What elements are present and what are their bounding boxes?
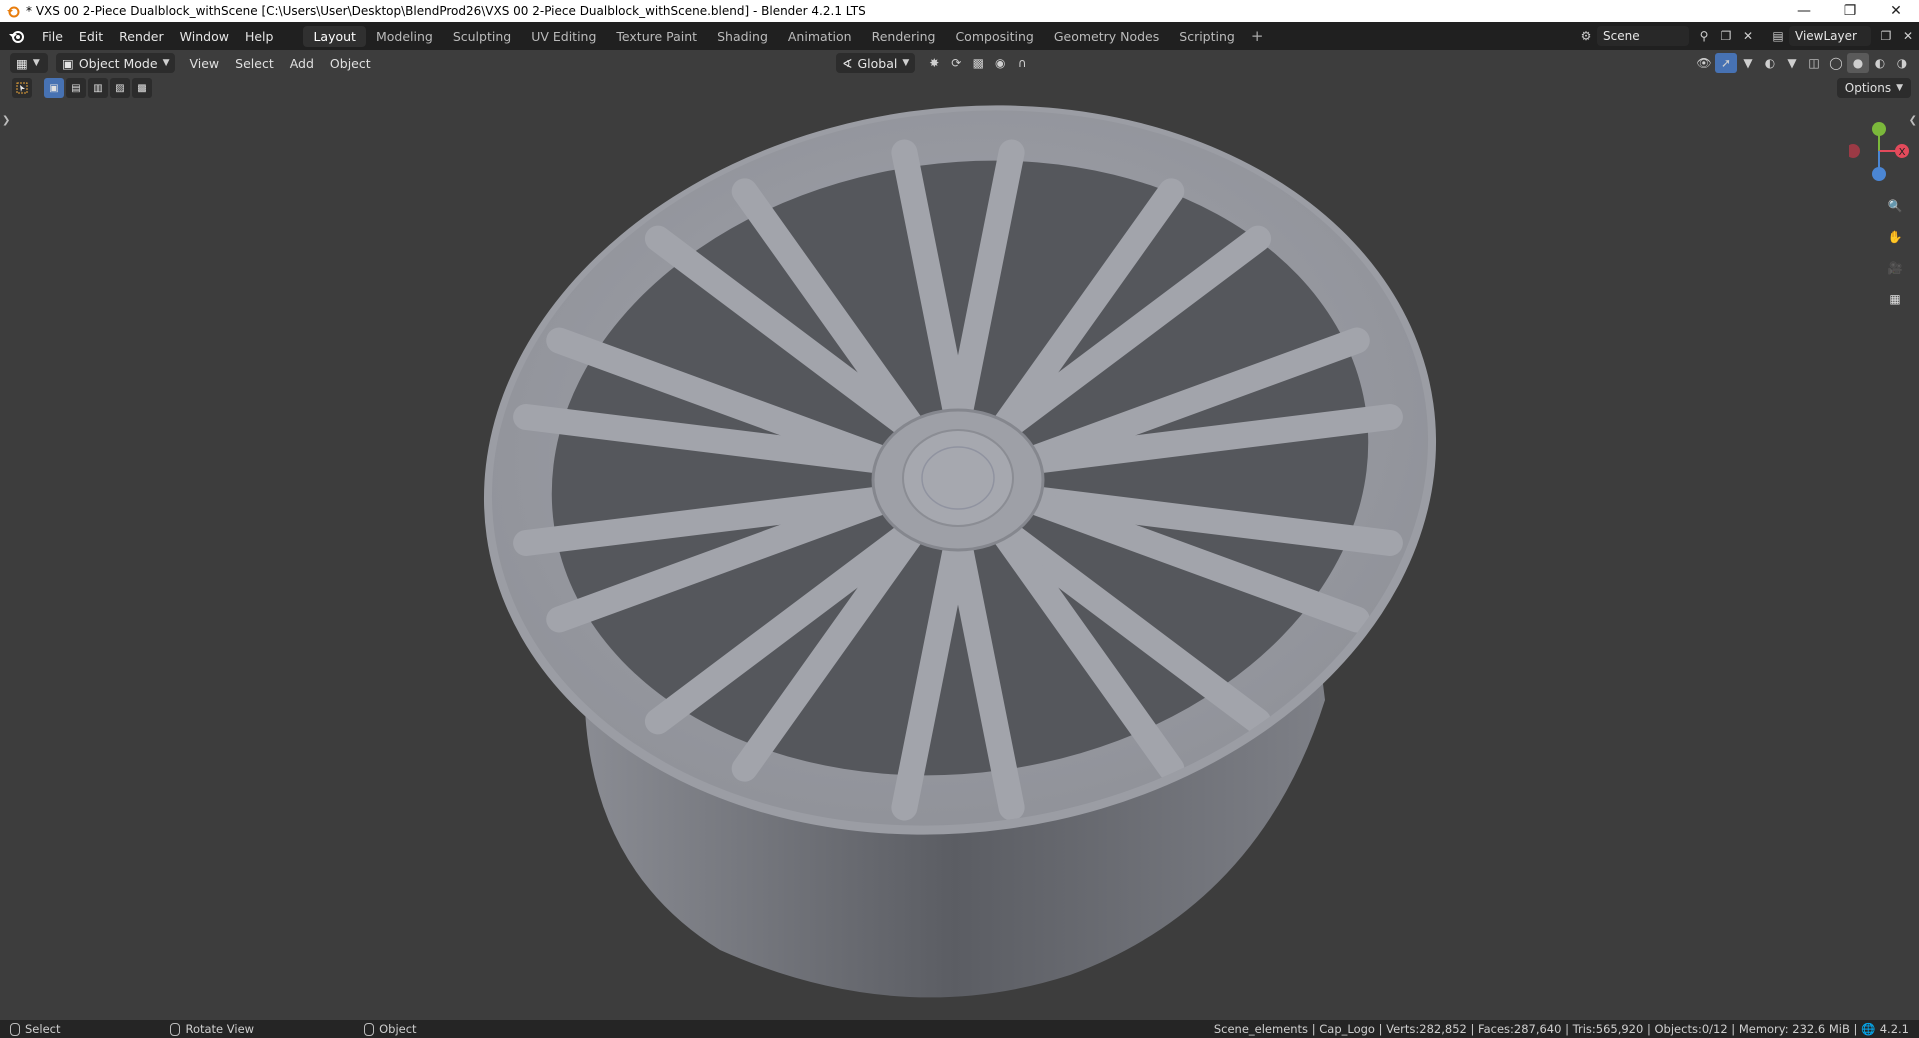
status-object-label: Object (379, 1022, 417, 1036)
gizmo-x-label: X (1899, 147, 1906, 158)
proportional-edit-icon[interactable]: ◉ (989, 53, 1011, 73)
zoom-icon[interactable]: 🔍 (1881, 192, 1909, 220)
menu-select[interactable]: Select (227, 56, 282, 71)
options-dropdown[interactable]: Options ▼ (1836, 78, 1911, 98)
status-rotate: Rotate View (160, 1022, 254, 1036)
xray-icon[interactable]: ◫ (1803, 53, 1825, 73)
gizmo-z-icon[interactable] (1872, 167, 1886, 181)
mouse-right-icon (364, 1022, 375, 1036)
viewport-3d[interactable] (0, 0, 1919, 1038)
menu-object[interactable]: Object (322, 56, 379, 71)
snap-target-icon[interactable]: ▩ (967, 53, 989, 73)
status-rotate-label: Rotate View (185, 1022, 255, 1036)
mouse-middle-icon (170, 1022, 181, 1036)
mouse-left-icon (10, 1022, 20, 1036)
gizmo-toggle-icon[interactable]: ➚ (1715, 53, 1737, 73)
orientation-icon: ∢ (842, 55, 853, 71)
status-object: Object (354, 1022, 417, 1036)
select-tool-row: ▣ ▤ ▥ ▨ ▩ (12, 77, 154, 99)
sidebar-expand-arrow-icon[interactable]: ❮ (1909, 115, 1917, 126)
viewport-header: ▦ ▼ ▣ Object Mode ▼ View Select Add Objec… (0, 50, 1919, 76)
navigation-gizmo[interactable]: X (1849, 117, 1909, 187)
status-select: Select (0, 1022, 60, 1036)
mode-label: Object Mode (78, 55, 158, 71)
object-mode-icon: ▣ (62, 55, 74, 71)
wireframe-shading-icon[interactable]: ◯ (1825, 53, 1847, 73)
select-new-icon[interactable]: ▣ (44, 78, 64, 98)
perspective-grid-icon[interactable]: ▦ (1881, 285, 1909, 313)
snap-toggle-icon[interactable]: ⟳ (945, 53, 967, 73)
version-label: 4.2.1 (1879, 1022, 1909, 1036)
stats-text: Scene_elements | Cap_Logo | Verts:282,85… (1213, 1022, 1858, 1036)
solid-shading-icon[interactable]: ● (1847, 53, 1869, 73)
scene-statistics: Scene_elements | Cap_Logo | Verts:282,85… (1214, 1022, 1909, 1036)
toolbar-expand-arrow-icon[interactable]: ❯ (2, 115, 10, 126)
visibility-icon[interactable]: 👁 (1693, 53, 1715, 73)
active-tool-icon[interactable] (12, 78, 32, 98)
orientation-dropdown[interactable]: ∢ Global ▼ (836, 53, 916, 73)
center-cap (902, 429, 1014, 527)
status-bar: Select Rotate View Object Scene_elements… (0, 1020, 1919, 1038)
options-label: Options (1844, 81, 1892, 95)
viewport-display-controls: 👁 ➚ ▼ ◐ ▼ ◫ ◯ ● ◐ ◑ (1693, 53, 1913, 73)
mode-dropdown[interactable]: ▣ Object Mode ▼ (56, 53, 176, 73)
gizmo-dropdown-icon[interactable]: ▼ (1737, 53, 1759, 73)
wheel-model (483, 105, 1437, 998)
gizmo-y-icon[interactable] (1872, 122, 1886, 136)
transform-controls: ∢ Global ▼ ✸ ⟳ ▩ ◉ ∩ (836, 53, 1033, 73)
rendered-shading-icon[interactable]: ◑ (1891, 53, 1913, 73)
orientation-label: Global (857, 55, 898, 71)
overlay-dropdown-icon[interactable]: ▼ (1781, 53, 1803, 73)
editor-type-dropdown[interactable]: ▦ ▼ (10, 53, 48, 73)
status-select-label: Select (25, 1022, 61, 1036)
pan-hand-icon[interactable]: ✋ (1881, 223, 1909, 251)
globe-icon: 🌐 (1861, 1022, 1876, 1036)
menu-view[interactable]: View (181, 56, 227, 71)
overlay-icon[interactable]: ◐ (1759, 53, 1781, 73)
select-intersect-icon[interactable]: ▩ (132, 78, 152, 98)
material-shading-icon[interactable]: ◐ (1869, 53, 1891, 73)
gizmo-neg-x-icon[interactable] (1849, 144, 1860, 158)
menu-add[interactable]: Add (282, 56, 322, 71)
editor-type-icon: ▦ (16, 55, 28, 71)
camera-icon[interactable]: 🎥 (1881, 254, 1909, 282)
select-extend-icon[interactable]: ▤ (66, 78, 86, 98)
select-subtract-icon[interactable]: ▥ (88, 78, 108, 98)
falloff-icon[interactable]: ∩ (1011, 53, 1033, 73)
viewport-nav-tools: 🔍 ✋ 🎥 ▦ (1881, 192, 1909, 316)
pivot-icon[interactable]: ✸ (923, 53, 945, 73)
select-invert-icon[interactable]: ▨ (110, 78, 130, 98)
